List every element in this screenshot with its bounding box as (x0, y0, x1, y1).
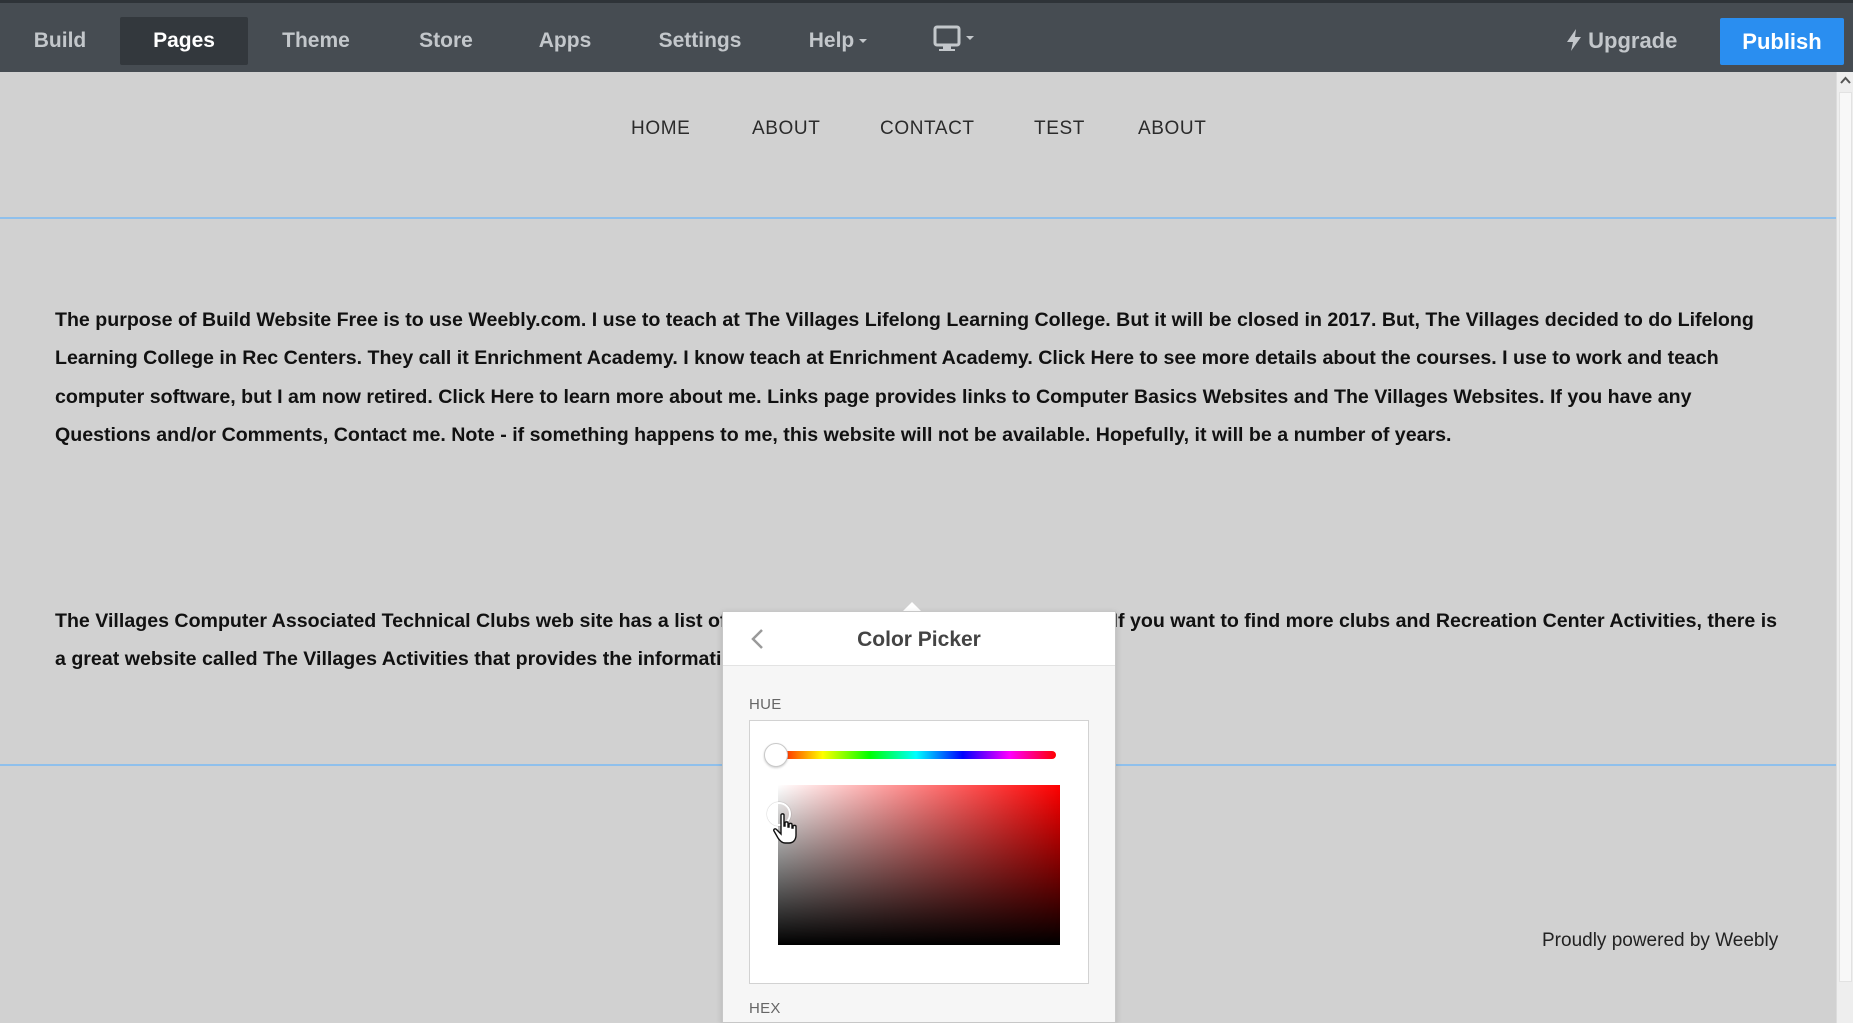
tab-pages[interactable]: Pages (120, 17, 248, 65)
footer-credit[interactable]: Proudly powered by Weebly (1542, 930, 1778, 952)
tab-build[interactable]: Build (18, 17, 102, 65)
publish-button[interactable]: Publish (1720, 18, 1844, 65)
color-picker-title: Color Picker (857, 628, 981, 651)
hue-slider-handle[interactable] (764, 743, 788, 767)
site-nav-about[interactable]: ABOUT (752, 118, 820, 140)
saturation-brightness-area[interactable] (778, 785, 1060, 945)
color-selector-box (749, 720, 1089, 984)
page-scrollbar[interactable] (1836, 72, 1853, 1023)
device-preview-toggle[interactable] (930, 23, 980, 59)
color-picker-header: Color Picker (723, 612, 1115, 666)
site-nav-test[interactable]: TEST (1034, 118, 1085, 140)
chevron-down-icon (859, 39, 868, 44)
site-nav-about-2[interactable]: ABOUT (1138, 118, 1206, 140)
scrollbar-thumb[interactable] (1839, 92, 1852, 982)
site-nav-home[interactable]: HOME (631, 118, 690, 140)
help-label: Help (808, 29, 855, 52)
hand-cursor-icon (773, 813, 797, 844)
hex-label: HEX (749, 1000, 781, 1017)
desktop-monitor-icon (933, 25, 974, 51)
site-nav-contact[interactable]: CONTACT (880, 118, 975, 140)
section-divider-top (0, 217, 1836, 219)
editor-toolbar: Build Pages Theme Store Apps Settings He… (0, 0, 1853, 72)
upgrade-label: Upgrade (1588, 28, 1678, 53)
tab-theme[interactable]: Theme (268, 17, 364, 65)
tab-settings[interactable]: Settings (642, 17, 758, 65)
scroll-up-arrow-icon[interactable] (1837, 74, 1853, 88)
intro-paragraph[interactable]: The purpose of Build Website Free is to … (55, 301, 1785, 454)
tab-store[interactable]: Store (404, 17, 488, 65)
help-menu[interactable]: Help (798, 17, 878, 65)
hue-label: HUE (749, 696, 782, 713)
tab-apps[interactable]: Apps (526, 17, 604, 65)
site-navigation: HOME ABOUT CONTACT TEST ABOUT (0, 118, 1836, 148)
hue-slider[interactable] (776, 751, 1056, 759)
upgrade-button[interactable]: Upgrade (1566, 17, 1677, 65)
lightning-bolt-icon (1567, 29, 1581, 51)
